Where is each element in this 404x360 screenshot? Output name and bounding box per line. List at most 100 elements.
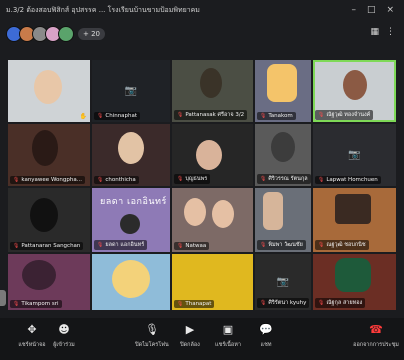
person-shape (32, 130, 58, 166)
participant-name: 🎙 ณัฐวุฒิ ทองจำนงค์ (315, 110, 374, 120)
mic-muted-icon: 🎙 (13, 243, 20, 249)
video-tile[interactable]: 🎙 Tikampom sri (8, 254, 90, 310)
share-content-button[interactable]: ▣ แชร์เนื้อหา (208, 322, 248, 349)
participant-name: 🎙 Pattanaran Sangchan (10, 242, 84, 250)
video-tile[interactable]: 🎙 chonthicha (92, 124, 170, 186)
participant-name: 🎙 บุญธนพร (174, 174, 211, 184)
window-controls: – □ × (351, 5, 404, 15)
mic-muted-icon: 🎙 (260, 300, 267, 306)
room-shape (335, 194, 371, 224)
mic-muted-icon: 🎙 (318, 300, 325, 306)
participant-strip[interactable]: + 20 (6, 26, 105, 42)
meeting-toolbar: ✥ แชร์หน้าจอ ☻ ผู้เข้าร่วม 🎙 ปิดไมโครโฟน… (0, 318, 404, 360)
video-tile-active-speaker[interactable]: 🎙 ณัฐวุฒิ ทองจำนงค์ (313, 60, 396, 122)
face-shape (34, 70, 62, 104)
person-shape (200, 68, 222, 98)
video-tile[interactable]: 🎙 พิมพา วัฒนชัย (255, 188, 311, 252)
top-right-icons: ▦ ⋮ (370, 27, 395, 37)
participant-name: 🎙 ณฐวุฒิ ชอบกนิช (315, 240, 369, 250)
stop-video-button[interactable]: ▶ ปิดกล้อง (170, 322, 210, 349)
minimize-icon[interactable]: – (351, 5, 356, 15)
participant-name: 🎙 Lapwat Homchuen (315, 176, 381, 184)
hang-up-icon: ☎ (369, 323, 383, 336)
video-tile[interactable]: 🎙 ณฐวุฒิ ชอบกนิช (313, 188, 396, 252)
participants-button[interactable]: ☻ ผู้เข้าร่วม (44, 322, 84, 349)
mic-muted-icon: 🎙 (260, 113, 267, 119)
face-shape (263, 192, 283, 230)
mic-muted-icon: 🎙 (177, 301, 184, 307)
mic-muted-icon: 🎙 (260, 176, 267, 182)
share-screen-icon: ✥ (27, 323, 37, 336)
participant-name: 🎙 kanyawee Wongpha... (10, 176, 85, 184)
video-tile[interactable]: ✋ (8, 60, 90, 122)
meeting-window: ม.3/2 ต้องสอบฟิสิกส์ อุปสรรค ... โรงเรีย… (0, 0, 404, 360)
video-tile[interactable]: 🎙 ณัฐกุล สายทอง (313, 254, 396, 310)
cartoon-bear-shape (112, 260, 150, 298)
mic-muted-icon: 🎙 (318, 177, 325, 183)
mic-muted-icon: 🎙 (177, 243, 184, 249)
participant-name: 🎙 ศิริรัตนา kyuhy (257, 298, 310, 308)
video-tile[interactable]: 🎙 Natwaa (172, 188, 253, 252)
participant-name: 🎙 Pattanasak ศรีอาจ 3/2 (174, 110, 248, 120)
video-grid: ✋ 📷 🎙 Chinnaphat 🎙 Pattanasak ศรีอาจ 3/2 🎙… (8, 60, 404, 316)
video-tile[interactable]: 🎙 Thanapat (172, 254, 253, 310)
maximize-icon[interactable]: □ (367, 5, 376, 15)
masked-face-shape (30, 198, 58, 232)
mic-muted-icon: 🎙 (97, 177, 104, 183)
mute-microphone-button[interactable]: 🎙 ปิดไมโครโฟน (132, 322, 172, 349)
mic-muted-icon: 🎙 (13, 177, 20, 183)
face-shape (212, 200, 234, 228)
layout-icon[interactable]: ▦ (370, 27, 379, 37)
person-shape (271, 132, 295, 162)
cartoon-shape (267, 64, 297, 102)
participants-icon: ☻ (58, 323, 70, 336)
participant-name: 🎙 Tikampom sri (10, 300, 62, 308)
share-content-icon: ▣ (222, 323, 234, 336)
leave-meeting-button[interactable]: ☎ ออกจากการประชุม (353, 322, 399, 349)
face-shape (196, 140, 222, 170)
participant-name: 🎙 ยลดา แอกอินทร์ (94, 240, 148, 250)
side-collapse-handle[interactable] (0, 290, 6, 306)
camera-off-icon: 📷 (124, 85, 138, 97)
video-tile[interactable]: 🎙 kanyawee Wongpha... (8, 124, 90, 186)
mic-muted-icon: 🎙 (177, 176, 184, 182)
video-tile[interactable]: 🎙 Tanakom (255, 60, 311, 122)
video-tile[interactable]: 📷 🎙 Chinnaphat (92, 60, 170, 122)
video-tile[interactable] (92, 254, 170, 310)
raised-hand-icon: ✋ (79, 113, 87, 120)
tile-overlay-text: ยลดา เอกอินทร์ (100, 197, 167, 207)
participant-count-badge[interactable]: + 20 (78, 28, 105, 40)
video-tile[interactable]: 📷 🎙 ศิริรัตนา kyuhy (255, 254, 311, 310)
participant-name: 🎙 ศิริวรรณ รัตนกุล (257, 174, 311, 184)
video-tile[interactable]: ยลดา เอกอินทร์ 🎙 ยลดา แอกอินทร์ (92, 188, 170, 252)
video-tile[interactable]: 📷 🎙 Lapwat Homchuen (313, 124, 396, 186)
video-camera-icon: ▶ (185, 323, 195, 336)
participant-name: 🎙 พิมพา วัฒนชัย (257, 240, 306, 250)
mic-muted-icon: 🎙 (97, 242, 104, 248)
participant-name: 🎙 chonthicha (94, 176, 139, 184)
face-shape (184, 198, 206, 226)
character-shape (120, 214, 140, 234)
microphone-icon: 🎙 (145, 323, 159, 336)
mic-muted-icon: 🎙 (260, 242, 267, 248)
participant-name: 🎙 ณัฐกุล สายทอง (315, 298, 366, 308)
camera-off-icon: 📷 (276, 276, 290, 288)
title-bar: ม.3/2 ต้องสอบฟิสิกส์ อุปสรรค ... โรงเรีย… (0, 0, 404, 20)
chat-icon: 💬 (259, 323, 273, 336)
video-tile[interactable]: 🎙 ศิริวรรณ รัตนกุล (255, 124, 311, 186)
close-icon[interactable]: × (386, 5, 394, 15)
mic-muted-icon: 🎙 (318, 242, 325, 248)
participant-name: 🎙 Thanapat (174, 300, 215, 308)
face-shape (343, 70, 367, 100)
window-title: ม.3/2 ต้องสอบฟิสิกส์ อุปสรรค ... โรงเรีย… (6, 5, 200, 14)
video-tile[interactable]: 🎙 บุญธนพร (172, 124, 253, 186)
mic-muted-icon: 🎙 (97, 113, 104, 119)
more-options-icon[interactable]: ⋮ (386, 27, 395, 37)
avatar[interactable] (58, 26, 74, 42)
participant-name: 🎙 Chinnaphat (94, 112, 141, 120)
video-tile[interactable]: 🎙 Pattanaran Sangchan (8, 188, 90, 252)
chat-button[interactable]: 💬 แชท (246, 322, 286, 349)
character-shape (335, 258, 371, 292)
camera-off-icon: 📷 (348, 149, 361, 161)
video-tile[interactable]: 🎙 Pattanasak ศรีอาจ 3/2 (172, 60, 253, 122)
